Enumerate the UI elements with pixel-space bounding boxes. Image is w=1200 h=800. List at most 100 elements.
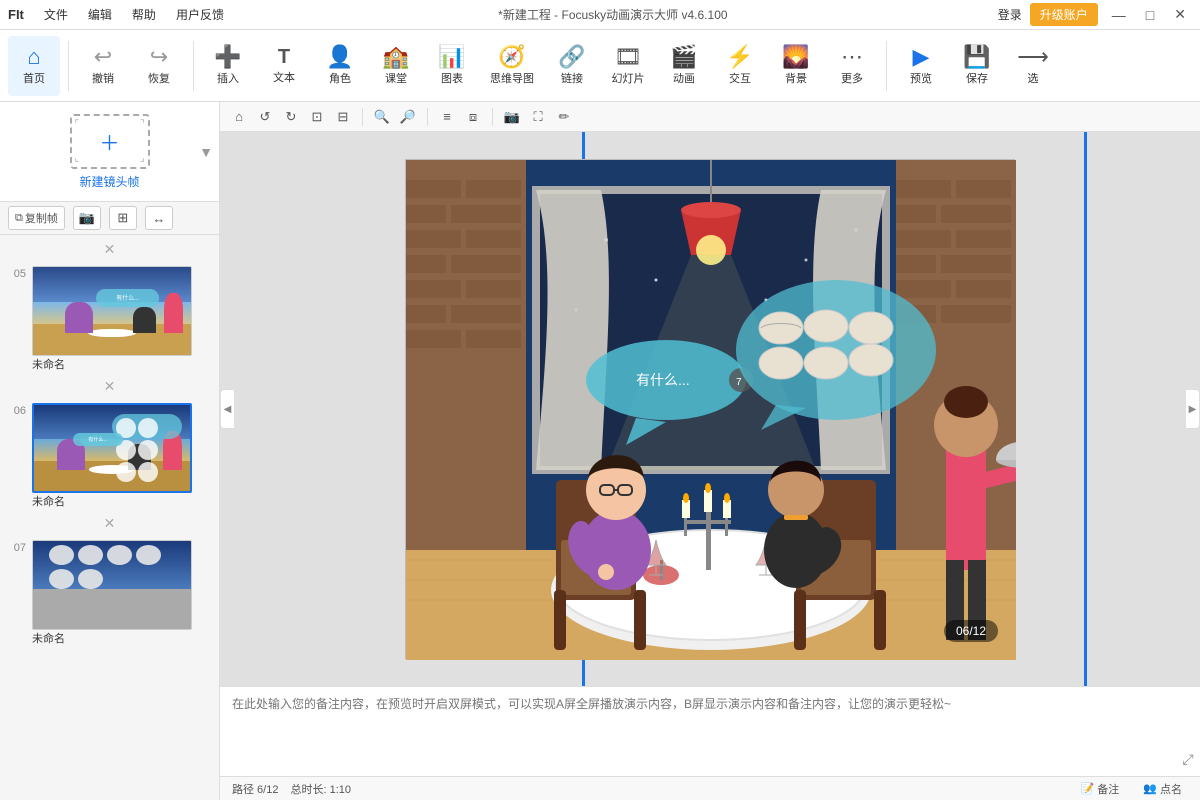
zoom-out-btn[interactable]: 🔎: [397, 106, 419, 128]
tool-mindmap[interactable]: 🧭 思维导图: [482, 36, 542, 96]
slide-item-05[interactable]: 05: [8, 262, 211, 374]
tool-character[interactable]: 👤 角色: [314, 36, 366, 96]
close-button[interactable]: ✕: [1168, 6, 1192, 23]
canvas-right-border: [1084, 132, 1087, 686]
tool-home-label: 首页: [23, 70, 45, 86]
tool-select[interactable]: ⟶ 选: [1007, 36, 1059, 96]
dump5: [49, 569, 74, 589]
minimize-button[interactable]: —: [1106, 7, 1132, 23]
screenshot-btn[interactable]: 📷: [501, 106, 523, 128]
slide-thumb-05[interactable]: 有什么...: [32, 266, 192, 356]
undo-canvas-btn[interactable]: ↺: [254, 106, 276, 128]
tool-mindmap-label: 思维导图: [490, 70, 534, 86]
tool-character-label: 角色: [329, 70, 351, 86]
slide-name-07[interactable]: [32, 632, 192, 644]
home-canvas-btn[interactable]: ⌂: [228, 106, 250, 128]
slide-name-05[interactable]: [32, 358, 192, 370]
link-icon: 🔗: [558, 46, 585, 68]
redo-icon: ↪: [150, 46, 168, 68]
slide-num-06: 06: [8, 403, 26, 417]
fullscreen-btn[interactable]: ⛶: [527, 106, 549, 128]
tool-link[interactable]: 🔗 链接: [546, 36, 598, 96]
thumb-07-content: [33, 541, 191, 629]
svg-text:有什么...: 有什么...: [636, 372, 690, 388]
rollcall-status-button[interactable]: 👥 点名: [1137, 779, 1188, 799]
tool-slideshow[interactable]: 🎞 幻灯片: [602, 36, 654, 96]
tool-link-label: 链接: [561, 70, 583, 86]
login-button[interactable]: 登录: [998, 6, 1022, 23]
notes-status-button[interactable]: 📝 备注: [1075, 779, 1126, 799]
tool-save-label: 保存: [966, 70, 988, 86]
tool-save[interactable]: 💾 保存: [951, 36, 1003, 96]
distribute-btn[interactable]: ⧈: [462, 106, 484, 128]
select-icon: ⟶: [1017, 46, 1049, 68]
grid-button[interactable]: ⊞: [109, 206, 137, 230]
crop-canvas-btn[interactable]: ⊟: [332, 106, 354, 128]
status-left: 路径 6/12 总时长: 1:10: [232, 781, 351, 797]
maximize-button[interactable]: □: [1140, 7, 1160, 23]
menu-edit[interactable]: 编辑: [84, 4, 116, 25]
collapse-sidebar-button[interactable]: ◀: [220, 389, 234, 429]
copy-frame-button[interactable]: ⧉ 复制帧: [8, 206, 65, 230]
canvas-wrap: 有什么... 7: [220, 132, 1200, 686]
page-indicator-text: 06/12: [956, 624, 986, 638]
tool-insert[interactable]: ➕ 插入: [202, 36, 254, 96]
slide-name-06[interactable]: [32, 495, 192, 507]
slide-thumb-07[interactable]: [32, 540, 192, 630]
slide-item-07[interactable]: 07: [8, 536, 211, 648]
new-frame-button[interactable]: ⌜ ⌝ ⌞ ⌟ ＋ 新建镜头帧 ▼: [0, 102, 219, 202]
scroll-arrow-icon: ▼: [199, 144, 213, 160]
tool-classroom[interactable]: 🏫 课堂: [370, 36, 422, 96]
expand-right-button[interactable]: ▶: [1186, 389, 1200, 429]
notes-expand-button[interactable]: ⤢: [1176, 687, 1200, 776]
tool-background[interactable]: 🌄 背景: [770, 36, 822, 96]
slide-toolbar: ⧉ 复制帧 📷 ⊞ ↔: [0, 202, 219, 235]
camera-button[interactable]: 📷: [73, 206, 101, 230]
tool-undo-label: 撤销: [92, 70, 114, 86]
slide-thumb-wrap-06: 有什么...: [32, 403, 211, 507]
canvas-background[interactable]: 有什么... 7: [405, 159, 1015, 659]
food-6: [138, 462, 158, 482]
menu-bar: 文件 编辑 帮助 用户反馈: [40, 4, 228, 25]
preview-icon: ▶: [913, 46, 930, 68]
menu-file[interactable]: 文件: [40, 4, 72, 25]
mirror-button[interactable]: ↔: [145, 206, 173, 230]
edit-canvas-btn[interactable]: ✏: [553, 106, 575, 128]
tool-interact[interactable]: ⚡ 交互: [714, 36, 766, 96]
tool-undo[interactable]: ↩ 撤销: [77, 36, 129, 96]
tool-home[interactable]: ⌂ 首页: [8, 36, 60, 96]
align-btn[interactable]: ≡: [436, 106, 458, 128]
insert-icon: ➕: [214, 46, 241, 68]
tool-animation[interactable]: 🎬 动画: [658, 36, 710, 96]
thumb-06-content: 有什么...: [34, 405, 190, 491]
more-icon: ⋯: [841, 46, 863, 68]
menu-help[interactable]: 帮助: [128, 4, 160, 25]
char1-05: [65, 302, 93, 333]
tool-preview[interactable]: ▶ 预览: [895, 36, 947, 96]
food-items: [112, 414, 182, 486]
tool-chart[interactable]: 📊 图表: [426, 36, 478, 96]
status-right: 📝 备注 👥 点名: [1075, 779, 1188, 799]
food-bubble-06: [112, 414, 182, 440]
slide-item-06[interactable]: 06: [8, 399, 211, 511]
tool-redo[interactable]: ↪ 恢复: [133, 36, 185, 96]
slide-thumb-06[interactable]: 有什么...: [32, 403, 192, 493]
corner-tr: ⌝: [140, 119, 145, 130]
canvas-sep-1: [362, 108, 363, 126]
tool-preview-label: 预览: [910, 70, 932, 86]
fit-canvas-btn[interactable]: ⊡: [306, 106, 328, 128]
slide-thumb-wrap-05: 有什么...: [32, 266, 211, 370]
slide-num-07: 07: [8, 540, 26, 554]
copy-frame-label: 复制帧: [25, 210, 58, 226]
upgrade-button[interactable]: 升级账户: [1030, 3, 1098, 26]
tool-text[interactable]: T 文本: [258, 36, 310, 96]
plus-icon: ＋: [100, 127, 120, 156]
menu-feedback[interactable]: 用户反馈: [172, 4, 228, 25]
camera-icon: 📷: [79, 210, 95, 226]
sep-icon-3: ✕: [104, 515, 116, 532]
redo-canvas-btn[interactable]: ↻: [280, 106, 302, 128]
tool-more[interactable]: ⋯ 更多: [826, 36, 878, 96]
thumb-05-content: 有什么...: [33, 267, 191, 355]
zoom-in-btn[interactable]: 🔍: [371, 106, 393, 128]
notes-input[interactable]: [220, 687, 1176, 776]
